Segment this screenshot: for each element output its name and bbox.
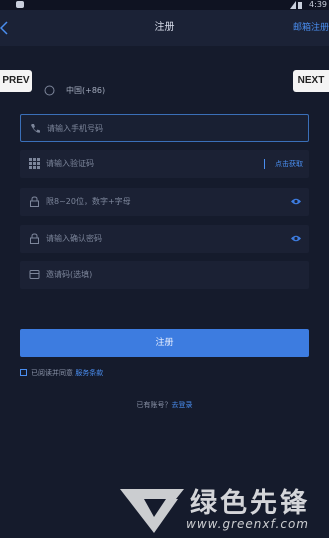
confirm-placeholder: 请输入确认密码 [46,234,102,243]
register-button[interactable]: 注册 [20,329,309,357]
page-title: 注册 [154,22,175,33]
eye-icon[interactable] [290,197,302,206]
lock-icon [30,233,39,244]
agreement-row: 已阅读并同意 服务条款 [20,367,103,379]
eye-icon[interactable] [290,234,302,243]
get-code-button[interactable]: 点击获取 [275,150,303,178]
globe-icon [44,85,55,96]
divider [264,159,265,169]
watermark-logo-icon [120,489,184,533]
verification-code-input[interactable]: 请输入验证码 点击获取 [20,150,309,178]
notification-icon [16,1,24,8]
login-row: 已有账号？去登录 [0,399,329,411]
country-selector[interactable]: 中国(+86) [20,77,309,105]
have-account-text: 已有账号？ [136,401,172,409]
phone-icon [31,124,40,133]
email-register-link[interactable]: 邮箱注册 [293,10,329,46]
agree-checkbox[interactable] [20,368,27,376]
login-link[interactable]: 去登录 [172,401,193,409]
agree-text: 已阅读并同意 [31,369,73,377]
app-header: 注册 邮箱注册 [0,10,329,46]
terms-link[interactable]: 服务条款 [75,369,103,377]
country-code-label: 中国(+86) [66,86,106,95]
phone-placeholder: 请输入手机号码 [47,124,103,133]
phone-input[interactable]: 请输入手机号码 [20,114,309,142]
grid-icon [29,158,40,169]
code-placeholder: 请输入验证码 [46,159,94,168]
status-time: 4:39 [309,0,327,9]
invite-placeholder: 邀请码(选填) [46,270,93,279]
watermark-brand: 绿色先锋 [190,488,310,519]
password-input[interactable]: 限8~20位，数字+字母 [20,188,309,216]
invite-code-input[interactable]: 邀请码(选填) [20,261,309,289]
confirm-password-input[interactable]: 请输入确认密码 [20,225,309,253]
password-placeholder: 限8~20位，数字+字母 [46,197,131,206]
status-bar: 4:39 [0,0,329,10]
signal-battery-icon [290,1,302,9]
message-icon [29,270,40,279]
lock-icon [30,196,39,207]
watermark-url: www.greenxf.com [186,517,309,531]
watermark: 绿色先锋 www.greenxf.com [118,477,329,538]
